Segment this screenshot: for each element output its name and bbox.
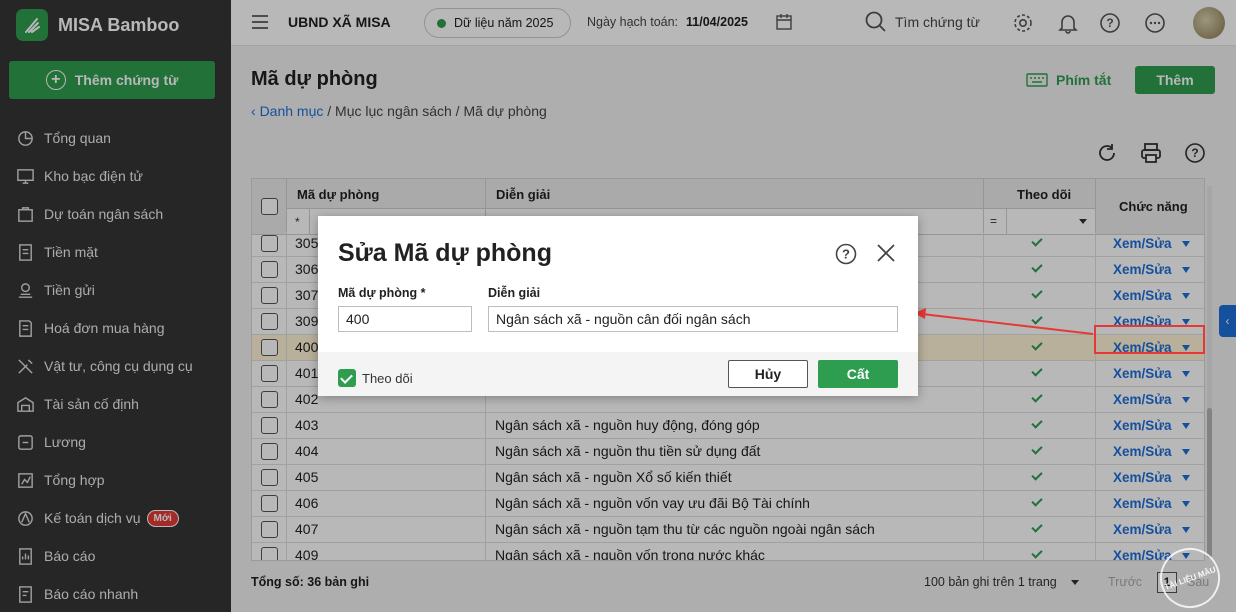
close-icon[interactable] [875,242,897,264]
code-field-label: Mã dự phòng * [338,286,426,300]
track-checkbox-label: Theo dõi [362,371,413,386]
edit-dialog: Sửa Mã dự phòng ? Mã dự phòng * 400 Diễn… [318,216,918,396]
save-button[interactable]: Cất [818,360,898,388]
dialog-title: Sửa Mã dự phòng [338,239,552,267]
track-checkbox[interactable] [338,369,356,387]
code-field[interactable]: 400 [338,306,472,332]
dialog-help-icon[interactable]: ? [835,243,857,265]
cancel-button[interactable]: Hủy [728,360,808,388]
description-field[interactable]: Ngân sách xã - nguồn cân đối ngân sách [488,306,898,332]
description-field-label: Diễn giải [488,286,541,300]
svg-text:?: ? [842,247,850,262]
